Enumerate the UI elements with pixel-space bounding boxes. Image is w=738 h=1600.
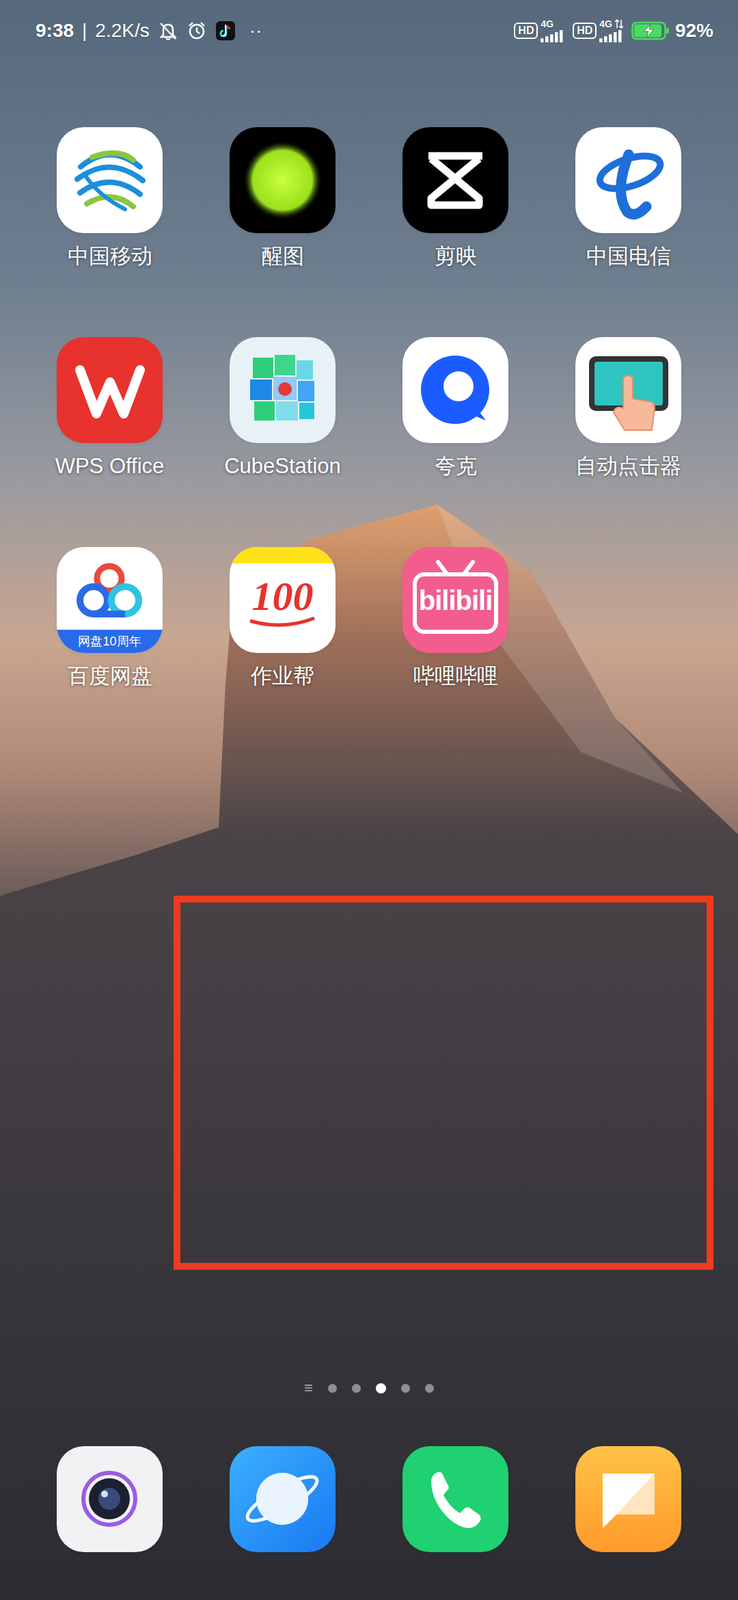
net-speed: 2.2K/s bbox=[94, 16, 149, 46]
app-shortcut[interactable]: 100 作业帮 bbox=[196, 546, 369, 690]
battery-icon bbox=[631, 20, 670, 41]
clock: 9:38 bbox=[35, 16, 74, 46]
sim-signal: HD4G bbox=[572, 19, 624, 43]
app-shortcut[interactable]: 中国移动 bbox=[23, 127, 197, 270]
alarm-icon bbox=[186, 20, 208, 41]
network-type: 4G bbox=[540, 19, 554, 29]
china-telecom-icon[interactable] bbox=[575, 127, 682, 234]
page-menu: ≡ bbox=[304, 1376, 313, 1398]
messages-icon[interactable] bbox=[575, 1445, 682, 1552]
page-dot[interactable] bbox=[425, 1383, 434, 1392]
app-label: 剪映 bbox=[434, 242, 477, 270]
bilibili-icon[interactable]: bilibili bbox=[402, 546, 509, 653]
dock bbox=[0, 1445, 738, 1599]
app-shortcut[interactable]: 网盘10周年百度网盘 bbox=[23, 546, 197, 690]
icon-caption: 100 bbox=[229, 575, 336, 617]
wallpaper bbox=[0, 0, 738, 1599]
sim-signal: HD4G bbox=[513, 19, 565, 43]
zuoyebang-icon[interactable]: 100 bbox=[229, 546, 336, 653]
auto-clicker-icon[interactable] bbox=[575, 336, 682, 443]
cubestation-icon[interactable] bbox=[229, 336, 336, 443]
battery: 92% bbox=[631, 16, 714, 46]
signal-icon bbox=[540, 28, 564, 43]
wps-icon[interactable] bbox=[56, 336, 163, 443]
page-indicator: ≡ bbox=[0, 1376, 738, 1398]
app-label: 百度网盘 bbox=[67, 662, 153, 690]
mute-icon bbox=[157, 20, 179, 41]
app-label: 醒图 bbox=[261, 242, 305, 270]
app-label: 自动点击器 bbox=[575, 452, 682, 480]
tiktok-icon bbox=[215, 20, 236, 41]
app-shortcut[interactable]: 醒图 bbox=[196, 127, 369, 270]
battery-percent: 92% bbox=[675, 16, 714, 46]
page-dot[interactable] bbox=[351, 1383, 361, 1392]
app-label: CubeStation bbox=[224, 452, 341, 480]
signal-icon bbox=[599, 28, 623, 43]
camera-icon[interactable] bbox=[56, 1445, 163, 1552]
app-label: 哔哩哔哩 bbox=[413, 662, 499, 690]
icon-caption: 网盘10周年 bbox=[56, 629, 163, 653]
data-arrows-icon bbox=[615, 19, 624, 29]
page-dot[interactable] bbox=[375, 1382, 387, 1393]
browser-icon[interactable] bbox=[229, 1445, 336, 1552]
network-type: 4G bbox=[599, 19, 613, 29]
app-label: 中国电信 bbox=[586, 242, 672, 270]
hd-badge: HD bbox=[572, 22, 597, 39]
highlight-box bbox=[173, 895, 714, 1269]
phone-icon[interactable] bbox=[402, 1445, 509, 1552]
app-label: 夸克 bbox=[434, 452, 477, 480]
app-shortcut[interactable]: 夸克 bbox=[369, 336, 542, 480]
more-indicator: ·· bbox=[249, 16, 263, 46]
app-shortcut[interactable]: 中国电信 bbox=[541, 127, 715, 270]
quark-icon[interactable] bbox=[402, 336, 509, 443]
app-shortcut[interactable]: bilibili 哔哩哔哩 bbox=[369, 546, 542, 690]
app-label: WPS Office bbox=[55, 452, 165, 480]
page-dot[interactable] bbox=[401, 1383, 410, 1392]
app-label: 中国移动 bbox=[67, 242, 153, 270]
app-shortcut[interactable]: 自动点击器 bbox=[541, 336, 715, 480]
china-mobile-icon[interactable] bbox=[56, 127, 163, 234]
app-shortcut[interactable]: WPS Office bbox=[23, 336, 197, 480]
app-grid: 中国移动 醒图 剪映 中国电信 WPS Office CubeStation 夸克 自动点击器… bbox=[0, 61, 738, 690]
baidu-netdisk-icon[interactable]: 网盘10周年 bbox=[56, 546, 163, 653]
icon-caption: bilibili bbox=[412, 586, 499, 614]
page-dot[interactable] bbox=[328, 1383, 337, 1392]
app-shortcut[interactable]: CubeStation bbox=[196, 336, 369, 480]
status-bar: 9:38|2.2K/s··HD4GHD4G92% bbox=[0, 0, 738, 62]
hd-badge: HD bbox=[513, 22, 538, 39]
capcut-icon[interactable] bbox=[402, 127, 509, 234]
xingtu-icon[interactable] bbox=[229, 127, 336, 234]
separator: | bbox=[82, 16, 87, 46]
app-shortcut[interactable]: 剪映 bbox=[369, 127, 542, 270]
app-label: 作业帮 bbox=[250, 662, 315, 690]
